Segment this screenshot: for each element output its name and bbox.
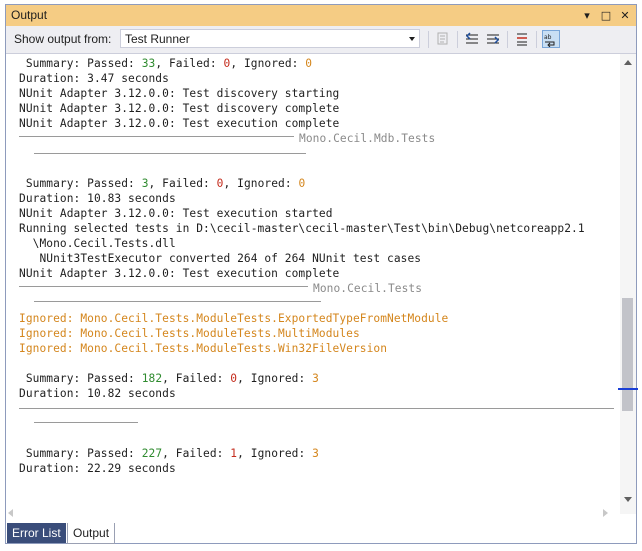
scroll-left-icon[interactable] <box>8 509 13 517</box>
output-text-area[interactable]: Summary: Passed: 33, Failed: 0, Ignored:… <box>6 54 620 514</box>
scroll-down-icon[interactable] <box>624 497 632 502</box>
vertical-scrollbar[interactable] <box>618 54 638 514</box>
toolbar-separator <box>457 31 458 48</box>
output-line: NUnit Adapter 3.12.0.0: Test execution c… <box>19 267 340 280</box>
chevron-down-icon <box>409 37 415 41</box>
output-line: Duration: 10.82 seconds <box>19 387 176 400</box>
section-divider <box>34 422 138 423</box>
window-position-dropdown-icon[interactable]: ▾ <box>580 7 594 23</box>
output-line: NUnit Adapter 3.12.0.0: Test execution s… <box>19 207 333 220</box>
output-line: Summary: Passed: 3, Failed: 0, Ignored: … <box>19 177 306 190</box>
output-source-select[interactable]: Test Runner <box>120 29 420 48</box>
tab-error-list[interactable]: Error List <box>7 523 66 543</box>
tab-output[interactable]: Output <box>67 523 116 544</box>
output-toolbar: Show output from: Test Runner ab <box>6 26 636 54</box>
output-line: \Mono.Cecil.Tests.dll <box>19 237 176 250</box>
word-wrap-icon[interactable]: ab <box>542 30 560 48</box>
scroll-position-marker <box>618 388 638 390</box>
svg-text:ab: ab <box>544 34 552 41</box>
toolbar-separator <box>428 31 429 48</box>
scrollbar-thumb[interactable] <box>622 298 633 411</box>
output-line: Summary: Passed: 182, Failed: 0, Ignored… <box>19 372 319 385</box>
section-divider <box>19 136 294 137</box>
title-bar[interactable]: Output ▾ □ ✕ <box>6 5 636 26</box>
output-line: Duration: 3.47 seconds <box>19 72 169 85</box>
clear-all-icon[interactable] <box>513 30 531 48</box>
show-output-from-label: Show output from: <box>14 32 112 46</box>
section-divider <box>19 286 308 287</box>
section-header: Mono.Cecil.Tests <box>313 282 423 295</box>
scroll-up-icon[interactable] <box>624 60 632 65</box>
output-line: NUnit Adapter 3.12.0.0: Test discovery c… <box>19 102 340 115</box>
output-source-value: Test Runner <box>125 32 190 46</box>
close-icon[interactable]: ✕ <box>618 7 632 23</box>
window-title: Output <box>11 8 48 22</box>
output-window: Output ▾ □ ✕ Show output from: Test Runn… <box>5 4 638 544</box>
section-header: Mono.Cecil.Mdb.Tests <box>299 132 436 145</box>
output-line: Summary: Passed: 33, Failed: 0, Ignored:… <box>19 57 313 70</box>
scroll-right-icon[interactable] <box>603 509 608 517</box>
section-divider <box>19 408 614 409</box>
toolbar-separator <box>536 31 537 48</box>
horizontal-scrollbar[interactable] <box>6 505 620 521</box>
title-controls: ▾ □ ✕ <box>580 6 632 24</box>
output-line: Summary: Passed: 227, Failed: 1, Ignored… <box>19 447 319 460</box>
go-to-line-icon[interactable] <box>434 30 452 48</box>
output-line: NUnit Adapter 3.12.0.0: Test execution c… <box>19 117 340 130</box>
output-line: Duration: 22.29 seconds <box>19 462 176 475</box>
toolbar-separator <box>507 31 508 48</box>
section-divider <box>34 153 306 154</box>
maximize-icon[interactable]: □ <box>599 7 613 23</box>
ignored-test-line: Ignored: Mono.Cecil.Tests.ModuleTests.Ex… <box>19 312 449 325</box>
section-divider <box>34 301 321 302</box>
output-line: Duration: 10.83 seconds <box>19 192 176 205</box>
ignored-test-line: Ignored: Mono.Cecil.Tests.ModuleTests.Mu… <box>19 327 360 340</box>
ignored-test-line: Ignored: Mono.Cecil.Tests.ModuleTests.Wi… <box>19 342 388 355</box>
prev-message-icon[interactable] <box>463 30 481 48</box>
output-line: Running selected tests in D:\cecil-maste… <box>19 222 585 235</box>
output-line: NUnit3TestExecutor converted 264 of 264 … <box>19 252 422 265</box>
panel-tab-strip: Error List Output <box>6 521 636 544</box>
output-line: NUnit Adapter 3.12.0.0: Test discovery s… <box>19 87 340 100</box>
next-message-icon[interactable] <box>484 30 502 48</box>
